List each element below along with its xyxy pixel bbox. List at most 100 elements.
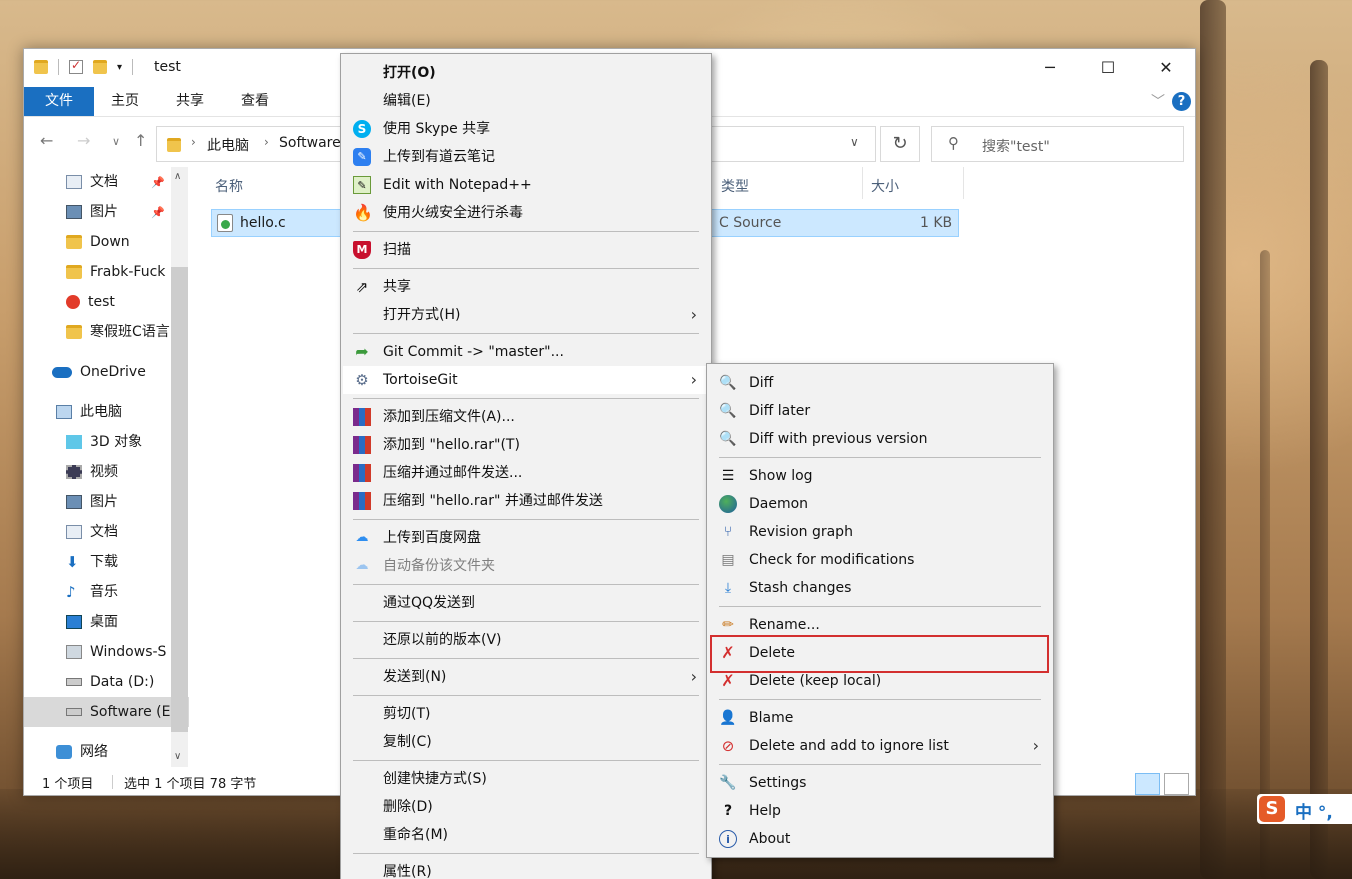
- properties-icon[interactable]: [69, 58, 83, 74]
- nav-item-data-drive[interactable]: Data (D:): [24, 667, 189, 697]
- submenu-item-delete-ignore[interactable]: ⊘ Delete and add to ignore list ›: [709, 732, 1051, 760]
- column-name[interactable]: 名称: [215, 176, 243, 196]
- menu-item-copy[interactable]: 复制(C): [343, 728, 709, 756]
- menu-item-edit[interactable]: 编辑(E): [343, 87, 709, 115]
- menu-item-baidu-upload[interactable]: ☁ 上传到百度网盘: [343, 524, 709, 552]
- minimize-button[interactable]: ─: [1021, 49, 1079, 87]
- submenu-item-blame[interactable]: 👤 Blame: [709, 704, 1051, 732]
- nav-item-pictures-2[interactable]: 图片: [24, 487, 189, 517]
- menu-item-add-hello-rar[interactable]: 添加到 "hello.rar"(T): [343, 431, 709, 459]
- menu-item-open[interactable]: 打开(O): [343, 59, 709, 87]
- menu-item-share[interactable]: ⇗ 共享: [343, 273, 709, 301]
- expand-ribbon-chevron-icon[interactable]: ﹀: [1151, 91, 1165, 111]
- nav-item-documents-2[interactable]: 文档: [24, 517, 189, 547]
- tab-view[interactable]: 查看: [241, 87, 269, 116]
- forward-arrow-icon[interactable]: →: [77, 131, 90, 150]
- nav-item-label: 桌面: [90, 614, 118, 630]
- tab-home[interactable]: 主页: [111, 87, 139, 116]
- search-input[interactable]: 搜索"test": [982, 136, 1050, 156]
- menu-item-git-commit[interactable]: ➦ Git Commit -> "master"...: [343, 338, 709, 366]
- ignore-icon: ⊘: [721, 737, 735, 755]
- nav-item-windows-drive[interactable]: Windows-S: [24, 637, 189, 667]
- address-history-chevron-icon[interactable]: ∨: [850, 135, 859, 149]
- column-divider[interactable]: [862, 167, 863, 199]
- menu-item-scan[interactable]: M 扫描: [343, 236, 709, 264]
- menu-item-label: Stash changes: [749, 580, 852, 596]
- column-type[interactable]: 类型: [721, 176, 749, 196]
- nav-item-test[interactable]: test: [24, 287, 189, 317]
- submenu-item-check-modifications[interactable]: ▤ Check for modifications: [709, 546, 1051, 574]
- submenu-item-help[interactable]: ? Help: [709, 797, 1051, 825]
- submenu-item-revision-graph[interactable]: ⑂ Revision graph: [709, 518, 1051, 546]
- nav-item-3d-objects[interactable]: 3D 对象: [24, 427, 189, 457]
- tab-file[interactable]: 文件: [24, 87, 94, 116]
- breadcrumb-software[interactable]: Software: [279, 135, 341, 151]
- scroll-up-icon[interactable]: ∧: [174, 171, 181, 182]
- customize-toolbar-dropdown-icon[interactable]: ▾: [117, 62, 122, 73]
- breadcrumb-this-pc[interactable]: 此电脑: [207, 135, 249, 155]
- menu-item-skype-share[interactable]: S 使用 Skype 共享: [343, 115, 709, 143]
- submenu-item-show-log[interactable]: ☰ Show log: [709, 462, 1051, 490]
- nav-item-down[interactable]: Down: [24, 227, 189, 257]
- menu-item-properties[interactable]: 属性(R): [343, 858, 709, 879]
- menu-item-delete[interactable]: 删除(D): [343, 793, 709, 821]
- menu-separator: [353, 658, 699, 659]
- menu-item-send-to[interactable]: 发送到(N) ›: [343, 663, 709, 691]
- menu-item-huorong[interactable]: 🔥 使用火绒安全进行杀毒: [343, 199, 709, 227]
- maximize-button[interactable]: ☐: [1079, 49, 1137, 87]
- nav-item-winter-class[interactable]: 寒假班C语言: [24, 317, 189, 347]
- menu-item-rename[interactable]: 重命名(M): [343, 821, 709, 849]
- ime-indicator[interactable]: S 中 °,: [1257, 794, 1352, 824]
- details-view-icon[interactable]: [1135, 773, 1160, 795]
- nav-item-software-drive[interactable]: Software (E: [24, 697, 189, 727]
- up-arrow-icon[interactable]: ↑: [134, 131, 147, 150]
- large-icons-view-icon[interactable]: [1164, 773, 1189, 795]
- menu-item-compress-email[interactable]: 压缩并通过邮件发送...: [343, 459, 709, 487]
- baidu-icon: ☁: [355, 558, 369, 573]
- column-divider[interactable]: [963, 167, 964, 199]
- nav-item-frabk[interactable]: Frabk-Fuck: [24, 257, 189, 287]
- submenu-item-settings[interactable]: 🔧 Settings: [709, 769, 1051, 797]
- nav-item-music[interactable]: ♪ 音乐: [24, 577, 189, 607]
- scroll-down-icon[interactable]: ∨: [174, 751, 181, 762]
- column-size[interactable]: 大小: [871, 176, 899, 196]
- menu-item-youdao[interactable]: ✎ 上传到有道云笔记: [343, 143, 709, 171]
- menu-item-label: 压缩并通过邮件发送...: [383, 465, 523, 481]
- menu-item-send-qq[interactable]: 通过QQ发送到: [343, 589, 709, 617]
- c-source-file-icon: [217, 214, 233, 232]
- menu-item-tortoisegit[interactable]: ⚙ TortoiseGit ›: [343, 366, 709, 394]
- nav-item-network[interactable]: 网络: [24, 737, 189, 767]
- submenu-item-about[interactable]: i About: [709, 825, 1051, 853]
- breadcrumb-separator-icon: ›: [264, 135, 269, 149]
- menu-item-cut[interactable]: 剪切(T): [343, 700, 709, 728]
- menu-item-baidu-backup: ☁ 自动备份该文件夹: [343, 552, 709, 580]
- refresh-icon[interactable]: ↻: [880, 126, 920, 162]
- youdao-icon: ✎: [353, 148, 371, 166]
- submenu-item-diff-later[interactable]: 🔍 Diff later: [709, 397, 1051, 425]
- help-icon[interactable]: ?: [1172, 92, 1191, 111]
- submenu-item-stash[interactable]: ⤓ Stash changes: [709, 574, 1051, 602]
- nav-item-downloads[interactable]: ⬇ 下载: [24, 547, 189, 577]
- tab-share[interactable]: 共享: [176, 87, 204, 116]
- nav-item-this-pc[interactable]: 此电脑: [24, 397, 189, 427]
- nav-scrollbar[interactable]: ∧ ∨: [171, 167, 188, 767]
- submenu-item-diff[interactable]: 🔍 Diff: [709, 369, 1051, 397]
- menu-item-open-with[interactable]: 打开方式(H) ›: [343, 301, 709, 329]
- menu-item-create-shortcut[interactable]: 创建快捷方式(S): [343, 765, 709, 793]
- submenu-item-daemon[interactable]: Daemon: [709, 490, 1051, 518]
- new-folder-icon[interactable]: [93, 60, 107, 74]
- menu-item-add-archive[interactable]: 添加到压缩文件(A)...: [343, 403, 709, 431]
- submenu-item-diff-previous[interactable]: 🔍 Diff with previous version: [709, 425, 1051, 453]
- close-button[interactable]: ✕: [1137, 49, 1195, 87]
- menu-item-compress-hello-email[interactable]: 压缩到 "hello.rar" 并通过邮件发送: [343, 487, 709, 515]
- search-box[interactable]: ⚲ 搜索"test": [931, 126, 1184, 162]
- nav-item-desktop[interactable]: 桌面: [24, 607, 189, 637]
- recent-locations-chevron-icon[interactable]: ∨: [112, 135, 120, 148]
- menu-item-notepad[interactable]: ✎ Edit with Notepad++: [343, 171, 709, 199]
- nav-item-onedrive[interactable]: OneDrive: [24, 357, 189, 387]
- back-arrow-icon[interactable]: ←: [40, 131, 53, 150]
- highlight-box: [710, 635, 1049, 673]
- menu-item-restore-versions[interactable]: 还原以前的版本(V): [343, 626, 709, 654]
- scrollbar-thumb[interactable]: [171, 267, 188, 732]
- nav-item-videos[interactable]: 视频: [24, 457, 189, 487]
